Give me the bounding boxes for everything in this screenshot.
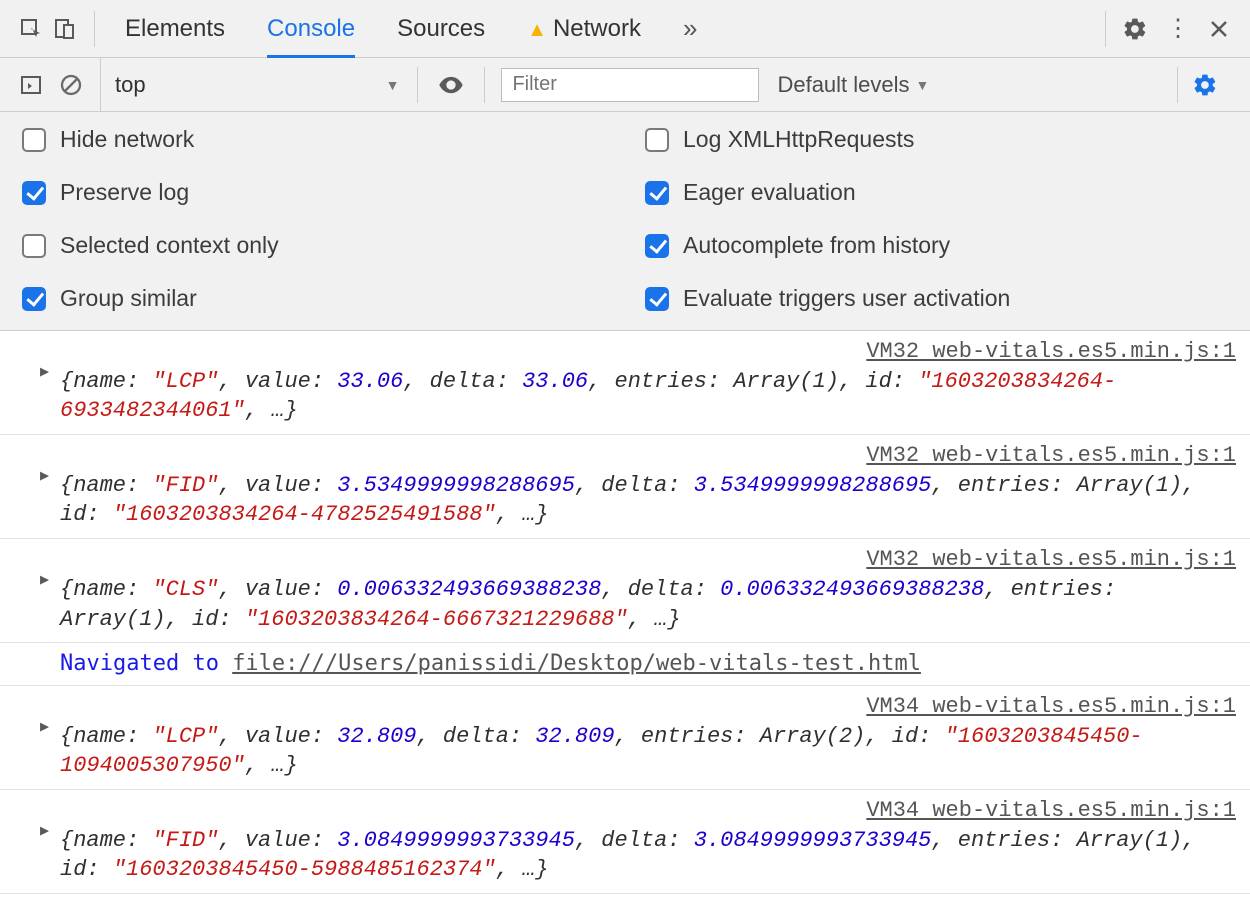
opt-autocomplete[interactable]: Autocomplete from history [645, 232, 1228, 259]
log-row[interactable]: VM34 web-vitals.es5.min.js:1 ▶ {name: "F… [0, 790, 1250, 894]
opt-label: Hide network [60, 126, 194, 153]
clear-console-icon[interactable] [54, 68, 88, 102]
log-body: {name: "FID", value: 3.0849999993733945,… [60, 826, 1236, 885]
divider [1105, 11, 1106, 47]
chevron-down-icon: ▼ [916, 77, 930, 93]
expand-icon[interactable]: ▶ [40, 718, 49, 738]
checkbox-checked-icon [22, 287, 46, 311]
sidebar-toggle-icon[interactable] [14, 68, 48, 102]
opt-eval-triggers[interactable]: Evaluate triggers user activation [645, 285, 1228, 312]
opt-label: Preserve log [60, 179, 189, 206]
expand-icon[interactable]: ▶ [40, 467, 49, 487]
warning-icon: ▲ [527, 19, 547, 41]
log-source[interactable]: VM34 web-vitals.es5.min.js:1 [60, 690, 1236, 722]
log-levels-select[interactable]: Default levels ▼ [777, 72, 929, 98]
nav-label: Navigated to [60, 651, 232, 676]
tab-sources[interactable]: Sources [397, 1, 485, 57]
log-body: {name: "CLS", value: 0.00633249366938823… [60, 575, 1236, 634]
chevron-down-icon: ▼ [386, 77, 400, 93]
checkbox-checked-icon [645, 287, 669, 311]
inspect-icon[interactable] [14, 12, 48, 46]
tab-network[interactable]: ▲ Network [527, 1, 641, 57]
device-toggle-icon[interactable] [48, 12, 82, 46]
checkbox-icon [645, 128, 669, 152]
live-expression-icon[interactable] [434, 68, 468, 102]
log-body: {name: "LCP", value: 32.809, delta: 32.8… [60, 722, 1236, 781]
devtools-topbar: Elements Console Sources ▲ Network » ⋮ [0, 0, 1250, 58]
settings-icon[interactable] [1118, 12, 1152, 46]
opt-label: Eager evaluation [683, 179, 856, 206]
log-source[interactable]: VM34 web-vitals.es5.min.js:1 [60, 794, 1236, 826]
opt-label: Selected context only [60, 232, 279, 259]
log-source[interactable]: VM32 web-vitals.es5.min.js:1 [60, 543, 1236, 575]
tab-elements[interactable]: Elements [125, 1, 225, 57]
log-body: {name: "FID", value: 3.5349999998288695,… [60, 471, 1236, 530]
nav-row: Navigated to file:///Users/panissidi/Des… [0, 643, 1250, 686]
tab-console[interactable]: Console [267, 1, 355, 57]
opt-label: Log XMLHttpRequests [683, 126, 914, 153]
console-toolbar: top ▼ Default levels ▼ [0, 58, 1250, 112]
nav-url[interactable]: file:///Users/panissidi/Desktop/web-vita… [232, 651, 921, 676]
opt-label: Evaluate triggers user activation [683, 285, 1010, 312]
opt-eager-eval[interactable]: Eager evaluation [645, 179, 1228, 206]
opt-log-xhr[interactable]: Log XMLHttpRequests [645, 126, 1228, 153]
checkbox-icon [22, 234, 46, 258]
console-options: Hide network Log XMLHttpRequests Preserv… [0, 112, 1250, 331]
log-row[interactable]: VM32 web-vitals.es5.min.js:1 ▶ {name: "C… [0, 539, 1250, 643]
filter-input[interactable] [501, 68, 759, 102]
console-output: VM32 web-vitals.es5.min.js:1 ▶ {name: "L… [0, 331, 1250, 894]
expand-icon[interactable]: ▶ [40, 822, 49, 842]
opt-label: Group similar [60, 285, 197, 312]
checkbox-icon [22, 128, 46, 152]
log-source[interactable]: VM32 web-vitals.es5.min.js:1 [60, 439, 1236, 471]
log-row[interactable]: VM32 web-vitals.es5.min.js:1 ▶ {name: "L… [0, 331, 1250, 435]
log-row[interactable]: VM34 web-vitals.es5.min.js:1 ▶ {name: "L… [0, 686, 1250, 790]
checkbox-checked-icon [645, 181, 669, 205]
checkbox-checked-icon [22, 181, 46, 205]
checkbox-checked-icon [645, 234, 669, 258]
console-settings-icon[interactable] [1188, 68, 1222, 102]
opt-group-similar[interactable]: Group similar [22, 285, 605, 312]
tabs: Elements Console Sources ▲ Network » [125, 0, 697, 58]
log-source[interactable]: VM32 web-vitals.es5.min.js:1 [60, 335, 1236, 367]
kebab-menu-icon[interactable]: ⋮ [1160, 12, 1194, 46]
opt-label: Autocomplete from history [683, 232, 950, 259]
opt-preserve-log[interactable]: Preserve log [22, 179, 605, 206]
log-levels-label: Default levels [777, 72, 909, 98]
tabs-overflow[interactable]: » [683, 0, 697, 58]
log-row[interactable]: VM32 web-vitals.es5.min.js:1 ▶ {name: "F… [0, 435, 1250, 539]
tab-network-label: Network [553, 15, 641, 42]
expand-icon[interactable]: ▶ [40, 571, 49, 591]
opt-hide-network[interactable]: Hide network [22, 126, 605, 153]
opt-selected-ctx[interactable]: Selected context only [22, 232, 605, 259]
context-select[interactable]: top [115, 72, 146, 98]
divider [94, 11, 95, 47]
close-icon[interactable] [1202, 12, 1236, 46]
log-body: {name: "LCP", value: 33.06, delta: 33.06… [60, 367, 1236, 426]
expand-icon[interactable]: ▶ [40, 363, 49, 383]
